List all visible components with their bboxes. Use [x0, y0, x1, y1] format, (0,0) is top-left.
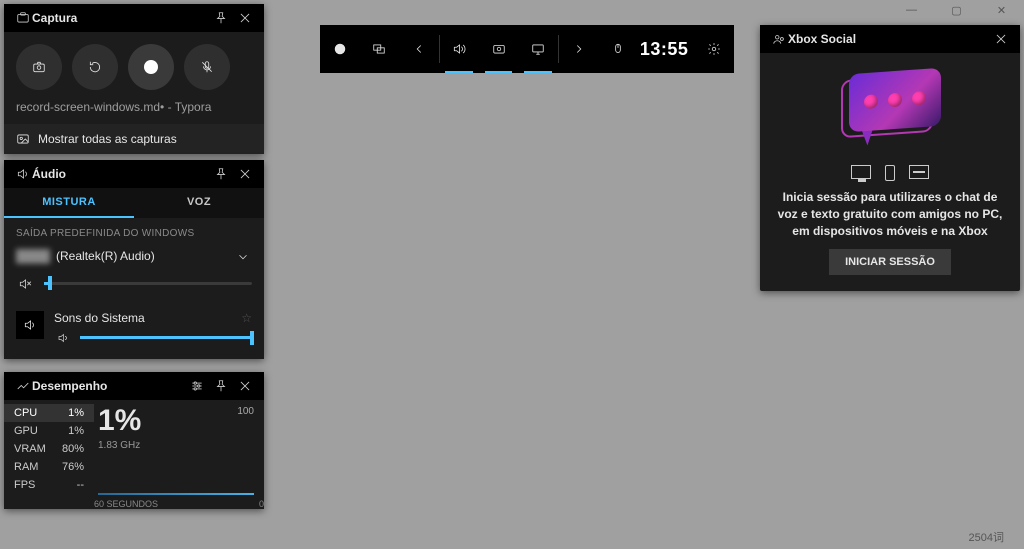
word-count: 2504词: [969, 529, 1004, 545]
system-sounds-label: Sons do Sistema: [54, 311, 145, 325]
window-maximize[interactable]: ▢: [934, 0, 979, 20]
performance-widget-button[interactable]: [518, 25, 558, 73]
close-icon[interactable]: [992, 32, 1010, 47]
chevron-down-icon: [234, 249, 252, 264]
clock: 13:55: [638, 39, 695, 60]
output-device-select[interactable]: ████ (Realtek(R) Audio): [16, 245, 252, 274]
metric-vram[interactable]: VRAM80%: [4, 440, 94, 458]
capture-panel: Captura record-screen-windows.md• - Typo…: [4, 4, 264, 154]
mic-toggle-button[interactable]: [184, 44, 230, 90]
window-minimize[interactable]: —: [889, 0, 934, 20]
performance-widget-icon: [14, 379, 32, 394]
performance-panel: Desempenho CPU1% GPU1% VRAM80% RAM76% FP…: [4, 372, 264, 509]
audio-widget-button[interactable]: [439, 25, 479, 73]
speaker-icon[interactable]: [54, 331, 72, 345]
close-icon[interactable]: [236, 379, 254, 394]
audio-widget-icon: [14, 167, 32, 182]
console-icon: [909, 165, 929, 179]
audio-title: Áudio: [32, 167, 206, 181]
social-widget-icon: [770, 32, 788, 47]
perf-chart: [98, 465, 254, 503]
metric-ram[interactable]: RAM76%: [4, 458, 94, 476]
tab-mix[interactable]: MISTURA: [4, 188, 134, 218]
mouse-indicator: [598, 25, 638, 73]
pin-icon[interactable]: [212, 167, 230, 182]
record-last-button[interactable]: [72, 44, 118, 90]
cpu-frequency: 1.83 GHz: [98, 440, 254, 451]
tab-voice[interactable]: VOZ: [134, 188, 264, 218]
gamebar-toolbar: 13:55: [320, 25, 734, 73]
chat-illustration: [774, 63, 1006, 161]
window-close[interactable]: ✕: [979, 0, 1024, 20]
metric-cpu[interactable]: CPU1%: [4, 404, 94, 422]
widgets-button[interactable]: [360, 25, 400, 73]
chart-xlabel: 60 SEGUNDOS: [94, 499, 158, 509]
system-volume-slider[interactable]: [80, 336, 252, 339]
audio-panel: Áudio MISTURA VOZ SAÍDA PREDEFINIDA DO W…: [4, 160, 264, 359]
record-button[interactable]: [128, 44, 174, 90]
mute-icon[interactable]: [16, 276, 34, 291]
monitor-icon: [851, 165, 871, 179]
show-all-captures-label: Mostrar todas as capturas: [38, 132, 177, 146]
sign-in-button[interactable]: INICIAR SESSÃO: [829, 249, 951, 275]
settings-button[interactable]: [694, 25, 734, 73]
phone-icon: [885, 165, 895, 181]
chart-min-label: 0: [259, 499, 264, 509]
pin-icon[interactable]: [212, 379, 230, 394]
social-title: Xbox Social: [788, 32, 986, 46]
capture-target-label: record-screen-windows.md• - Typora: [4, 98, 264, 124]
nav-prev[interactable]: [399, 25, 439, 73]
cpu-big-value: 1%: [98, 406, 254, 436]
favorite-icon[interactable]: ☆: [241, 311, 252, 325]
capture-title: Captura: [32, 11, 206, 25]
pin-icon[interactable]: [212, 11, 230, 26]
performance-title: Desempenho: [32, 379, 182, 393]
metric-fps[interactable]: FPS--: [4, 476, 94, 494]
options-icon[interactable]: [188, 379, 206, 394]
device-icons: [774, 161, 1006, 189]
master-volume-slider[interactable]: [44, 282, 252, 285]
social-description: Inicia sessão para utilizares o chat de …: [774, 189, 1006, 249]
nav-next[interactable]: [559, 25, 599, 73]
xbox-button[interactable]: [320, 25, 360, 73]
output-device-name: (Realtek(R) Audio): [56, 249, 155, 263]
chart-max-label: 100: [237, 406, 254, 417]
screenshot-button[interactable]: [16, 44, 62, 90]
system-sounds-icon: [16, 311, 44, 339]
close-icon[interactable]: [236, 167, 254, 182]
capture-widget-button[interactable]: [479, 25, 519, 73]
xbox-social-panel: Xbox Social Inicia sessão para utilizare…: [760, 25, 1020, 291]
show-all-captures[interactable]: Mostrar todas as capturas: [4, 124, 264, 154]
metric-gpu[interactable]: GPU1%: [4, 422, 94, 440]
capture-widget-icon: [14, 11, 32, 26]
close-icon[interactable]: [236, 11, 254, 26]
default-output-label: SAÍDA PREDEFINIDA DO WINDOWS: [16, 228, 252, 239]
